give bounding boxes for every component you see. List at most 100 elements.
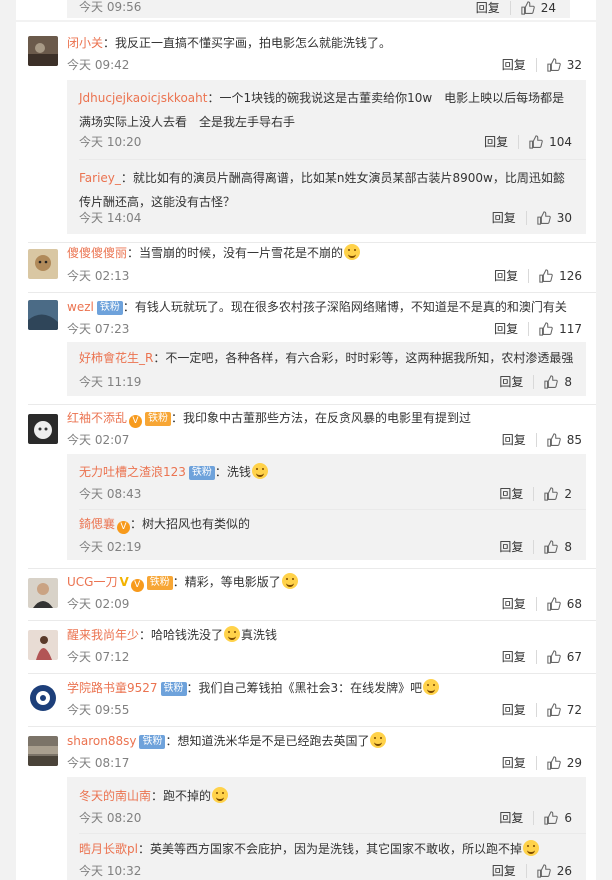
comment-actions: 回复 32 <box>502 56 582 74</box>
thumbs-up-icon <box>521 1 535 15</box>
emoji-icon <box>224 626 241 642</box>
avatar[interactable] <box>28 36 58 66</box>
comment-text: ：我们自己筹钱拍《黑社会3：在线发牌》吧 <box>186 681 423 695</box>
like-button[interactable]: 29 <box>547 756 582 770</box>
avatar[interactable] <box>28 683 58 713</box>
reply-button[interactable]: 回复 <box>499 811 535 825</box>
like-count: 68 <box>566 597 582 611</box>
reply-button[interactable]: 回复 <box>499 487 535 501</box>
username[interactable]: 錡偲襄 <box>79 517 115 531</box>
avatar-image <box>28 249 58 279</box>
reply-button[interactable]: 回复 <box>494 322 530 336</box>
comment-actions: 回复 29 <box>502 754 582 772</box>
username[interactable]: 闭小关 <box>67 36 103 50</box>
username[interactable]: 好柿會花生_R <box>79 351 153 365</box>
avatar[interactable] <box>28 736 58 766</box>
reply-button[interactable]: 回复 <box>502 433 537 447</box>
like-button[interactable]: 8 <box>544 375 572 389</box>
username[interactable]: 醒来我尚年少 <box>67 628 139 642</box>
like-button[interactable]: 30 <box>537 211 572 225</box>
avatar[interactable] <box>28 249 58 279</box>
like-button[interactable]: 68 <box>547 597 582 611</box>
like-button[interactable]: 104 <box>529 135 572 149</box>
like-button[interactable]: 8 <box>544 540 572 554</box>
reply-body: Jdhucjejkaoicjskkoaht：一个1块钱的碗我说这是古董卖给你10… <box>79 86 574 134</box>
reply-button[interactable]: 回复 <box>492 211 527 225</box>
like-button[interactable]: 32 <box>547 58 582 72</box>
like-count: 85 <box>566 433 582 447</box>
like-button[interactable]: 126 <box>539 269 582 283</box>
username[interactable]: 傻傻傻傻丽 <box>67 246 127 260</box>
emoji-icon <box>212 787 229 803</box>
like-button[interactable]: 117 <box>539 322 582 336</box>
like-count: 29 <box>566 756 582 770</box>
fan-badge: 铁粉 <box>96 301 123 315</box>
like-button[interactable]: 72 <box>547 703 582 717</box>
reply-text: ：不一定吧，各种各样，有六合彩，时时彩等，这两种据我所知，农村渗透最强 <box>153 351 574 365</box>
thumbs-up-icon <box>547 650 561 664</box>
comment-time: 今天 02:07 <box>67 433 130 447</box>
avatar[interactable] <box>28 630 58 660</box>
username[interactable]: Fariey_ <box>79 171 121 185</box>
divider <box>28 242 596 243</box>
reply-text: ：就比如有的演员片酬高得离谱，比如某n姓女演员某部古装片8900w，比周迅如懿传… <box>79 171 565 209</box>
reply-actions: 回复 26 <box>492 862 572 880</box>
reply-button[interactable]: 回复 <box>484 135 520 149</box>
avatar-image <box>28 414 58 444</box>
like-count: 8 <box>564 375 572 389</box>
username[interactable]: UCG一刀 <box>67 575 117 589</box>
like-button[interactable]: 2 <box>544 487 572 501</box>
username[interactable]: wezl <box>67 300 94 314</box>
comment-body: 红袖不添乱 V 铁粉 ：我印象中古董那些方法，在反贪风暴的电影里有提到过 <box>67 409 471 428</box>
reply-button[interactable]: 回复 <box>502 58 537 72</box>
username[interactable]: 冬天的南山南 <box>79 789 151 803</box>
reply-body: 好柿會花生_R：不一定吧，各种各样，有六合彩，时时彩等，这两种据我所知，农村渗透… <box>79 346 574 370</box>
username[interactable]: 红袖不添乱 <box>67 411 127 425</box>
comment-body: 醒来我尚年少：哈哈钱洗没了 真洗钱 <box>67 626 277 644</box>
divider <box>28 292 596 293</box>
reply-button[interactable]: 回复 <box>502 703 537 717</box>
reply-actions: 回复 6 <box>499 809 572 827</box>
reply-button[interactable]: 回复 <box>502 597 537 611</box>
avatar[interactable] <box>28 414 58 444</box>
reply-block: 无力吐槽之渣浪123 铁粉 ：洗钱 今天 08:43 回复 2 錡偲襄 V ：树大招风也有… <box>67 454 586 560</box>
username[interactable]: 晧月长歌pl <box>79 842 138 856</box>
reply-body: 无力吐槽之渣浪123 铁粉 ：洗钱 <box>79 460 574 484</box>
like-button[interactable]: 6 <box>544 811 572 825</box>
reply-button[interactable]: 回复 <box>499 375 535 389</box>
reply-body: 晧月长歌pl：英美等西方国家不会庇护，因为是洗钱，其它国家不敢收，所以跑不掉 <box>79 837 574 861</box>
username[interactable]: sharon88sy <box>67 734 136 748</box>
divider <box>28 568 596 569</box>
reply-block: Jdhucjejkaoicjskkoaht：一个1块钱的碗我说这是古董卖给你10… <box>67 80 586 234</box>
fan-badge: 铁粉 <box>188 466 215 480</box>
reply-button[interactable]: 回复 <box>499 540 535 554</box>
comment-time: 今天 07:23 <box>67 322 130 336</box>
comment-actions: 回复 72 <box>502 701 582 719</box>
avatar[interactable] <box>28 578 58 608</box>
avatar[interactable] <box>28 300 58 330</box>
username[interactable]: Jdhucjejkaoicjskkoaht <box>79 91 207 105</box>
reply-button[interactable]: 回复 <box>502 756 537 770</box>
comment-body: 学院路书童9527 铁粉 ：我们自己筹钱拍《黑社会3：在线发牌》吧 <box>67 679 440 697</box>
like-button[interactable]: 24 <box>521 1 556 15</box>
like-button[interactable]: 85 <box>547 433 582 447</box>
reply-button[interactable]: 回复 <box>476 1 511 15</box>
reply-actions: 回复 8 <box>499 373 572 391</box>
reply-button[interactable]: 回复 <box>492 864 527 878</box>
comment-actions: 回复 117 <box>494 320 582 338</box>
thumbs-up-icon <box>547 597 561 611</box>
username[interactable]: 学院路书童9527 <box>67 681 158 695</box>
reply-time: 今天 08:20 <box>79 811 142 825</box>
like-button[interactable]: 67 <box>547 650 582 664</box>
comment-time: 今天 08:17 <box>67 756 130 770</box>
reply-button[interactable]: 回复 <box>502 650 537 664</box>
like-button[interactable]: 26 <box>537 864 572 878</box>
thumbs-up-icon <box>544 811 559 825</box>
fan-badge: 铁粉 <box>160 682 187 696</box>
reply-button[interactable]: 回复 <box>494 269 530 283</box>
like-count: 32 <box>566 58 582 72</box>
username[interactable]: 无力吐槽之渣浪123 <box>79 465 186 479</box>
vip-badge-icon: V <box>117 521 131 534</box>
thumbs-up-icon <box>547 58 561 72</box>
comment-time: 今天 07:12 <box>67 650 130 664</box>
